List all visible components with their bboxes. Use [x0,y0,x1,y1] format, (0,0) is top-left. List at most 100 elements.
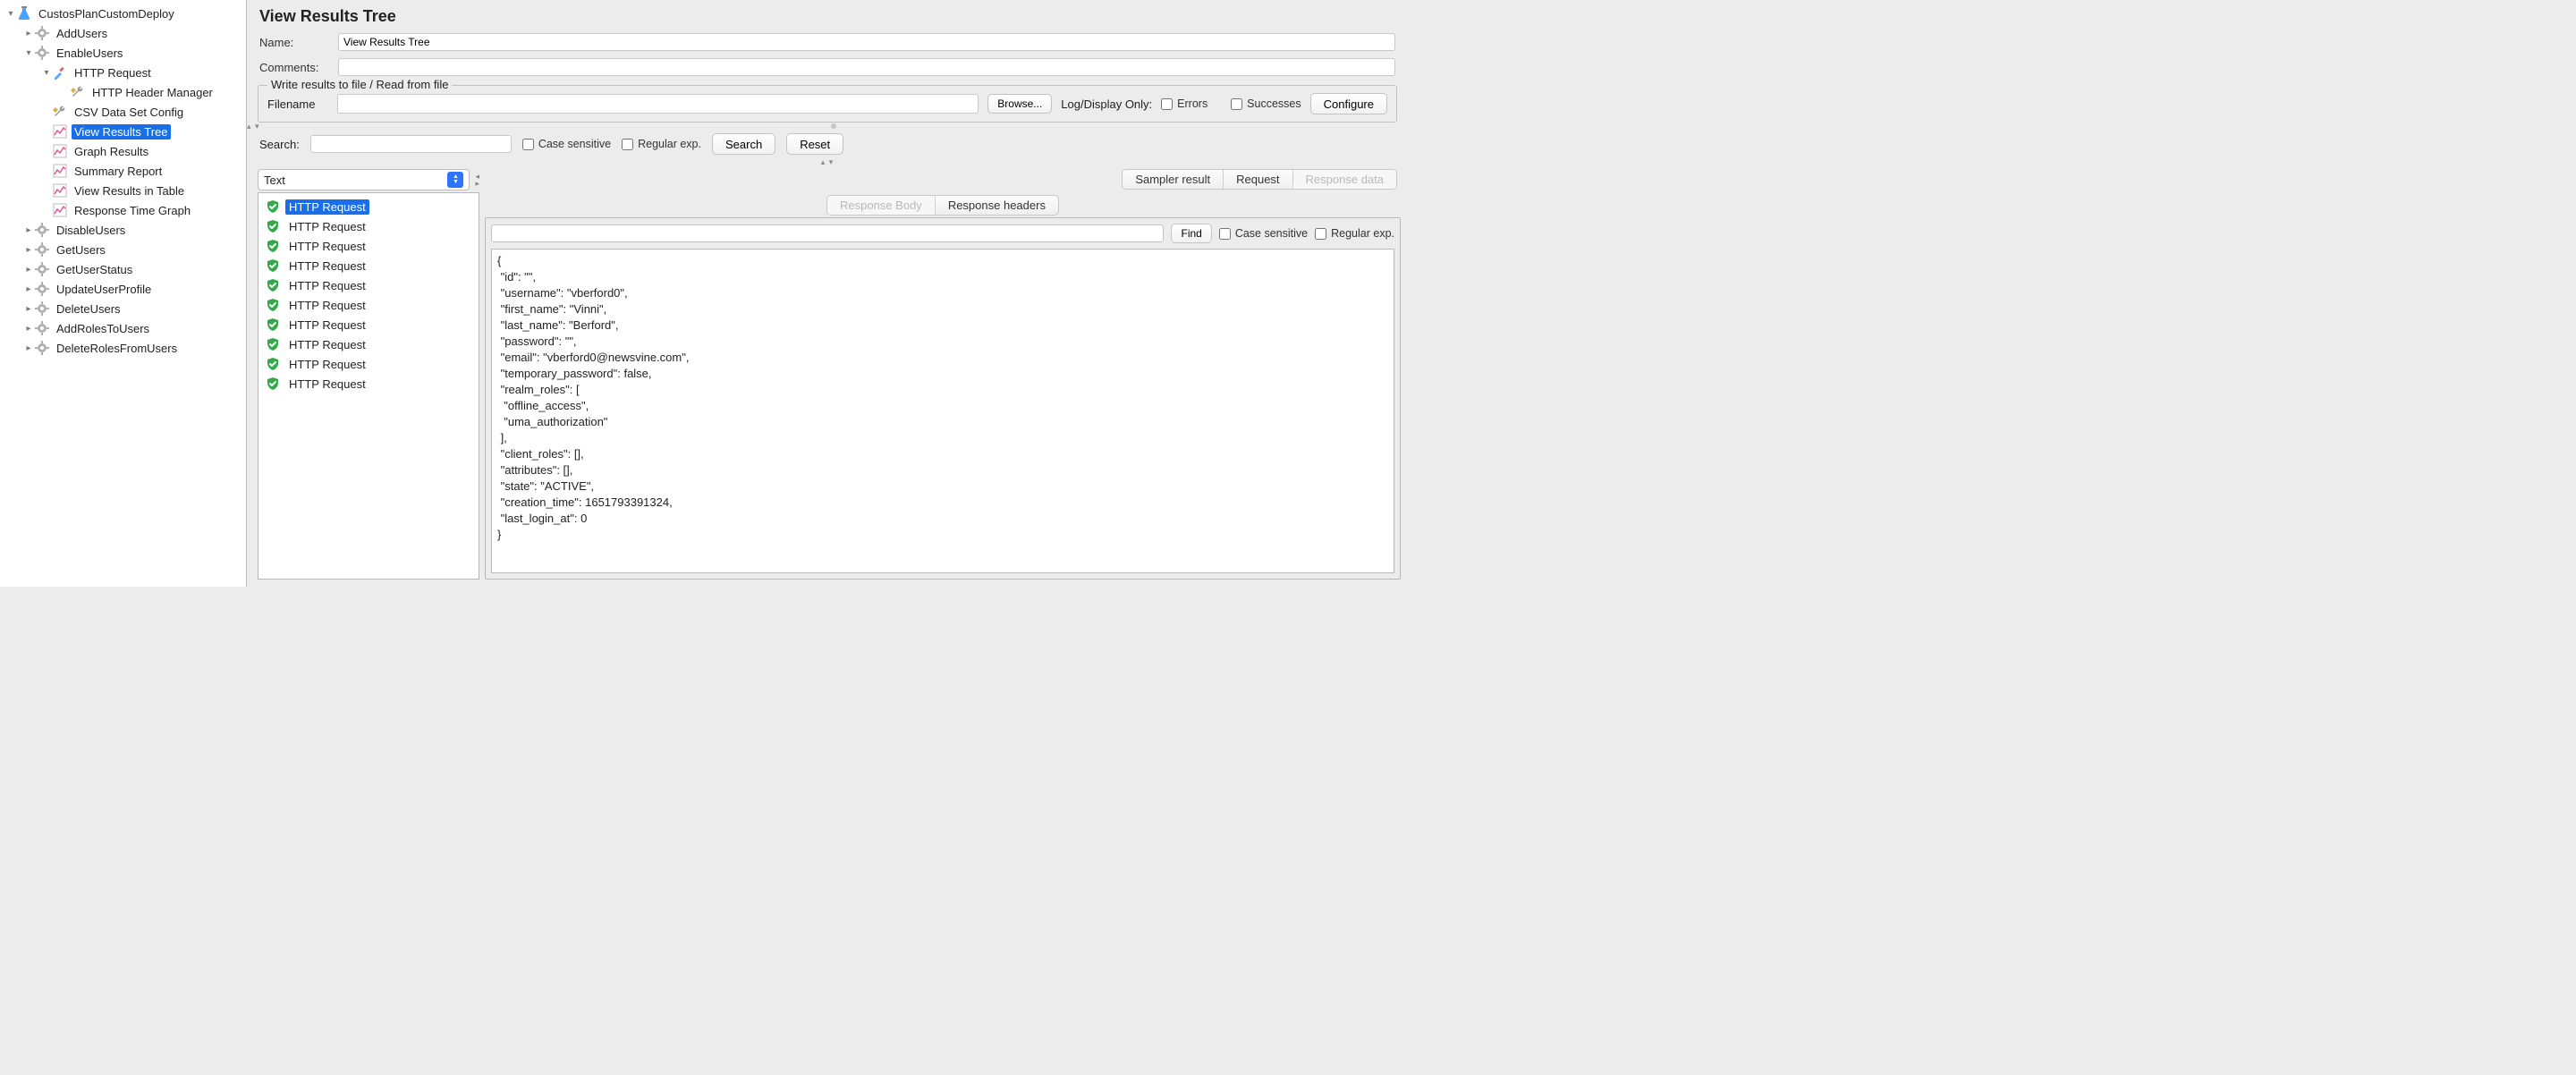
sample-result-item[interactable]: HTTP Request [260,315,477,334]
tree-node-deleteusers[interactable]: DeleteUsers [0,299,246,318]
splitter-vertical-handle[interactable]: ◂▸ [473,171,479,187]
tree-node-view-results-tree[interactable]: View Results Tree [0,122,246,141]
find-button[interactable]: Find [1171,224,1211,243]
chart-icon [52,163,68,179]
gear-icon [34,320,50,336]
sample-result-item[interactable]: HTTP Request [260,236,477,256]
errors-checkbox[interactable]: Errors [1161,97,1222,110]
success-shield-icon [266,199,280,214]
disclosure-caret-icon[interactable] [23,343,34,353]
tree-node-addrolestousers[interactable]: AddRolesToUsers [0,318,246,338]
configure-button[interactable]: Configure [1310,93,1387,114]
test-plan-tree[interactable]: CustosPlanCustomDeploy AddUsers EnableUser… [0,0,247,587]
reset-button[interactable]: Reset [786,133,843,155]
tree-item-label: Summary Report [72,164,165,179]
sample-label: HTTP Request [285,219,369,234]
name-input[interactable] [338,33,1395,51]
find-input[interactable] [491,224,1164,242]
sample-result-item[interactable]: HTTP Request [260,374,477,394]
renderer-selected: Text [264,174,285,187]
tree-node-http-request[interactable]: HTTP Request [0,63,246,82]
gear-icon [34,45,50,61]
sample-result-item[interactable]: HTTP Request [260,256,477,275]
wrench-icon [52,104,68,120]
tree-item-label: View Results in Table [72,183,187,199]
tab-response-data[interactable]: Response data [1293,170,1396,189]
tab-sampler-result[interactable]: Sampler result [1123,170,1224,189]
sample-label: HTTP Request [285,258,369,274]
tab-response-headers[interactable]: Response headers [936,196,1058,215]
tree-node-summary-report[interactable]: Summary Report [0,161,246,181]
tree-node-view-results-in-table[interactable]: View Results in Table [0,181,246,200]
disclosure-caret-icon[interactable] [23,245,34,255]
disclosure-caret-icon[interactable] [23,225,34,235]
wrench-icon [70,84,86,100]
sample-result-item[interactable]: HTTP Request [260,354,477,374]
sample-label: HTTP Request [285,317,369,333]
tree-item-label: DisableUsers [54,223,128,238]
search-regex-checkbox[interactable]: Regular exp. [622,138,701,150]
disclosure-caret-icon[interactable] [41,68,52,78]
name-label: Name: [259,36,329,49]
tree-node-http-header-manager[interactable]: HTTP Header Manager [0,82,246,102]
log-display-label: Log/Display Only: [1061,97,1152,111]
tree-node-response-time-graph[interactable]: Response Time Graph [0,200,246,220]
splitter-horizontal[interactable]: ▴ ▾ [247,123,1408,130]
response-body-text[interactable]: { "id": "", "username": "vberford0", "fi… [491,249,1394,573]
sample-result-item[interactable]: HTTP Request [260,275,477,295]
tab-request[interactable]: Request [1224,170,1292,189]
file-legend: Write results to file / Read from file [267,78,452,91]
sample-result-list[interactable]: HTTP RequestHTTP RequestHTTP RequestHTTP… [258,192,479,580]
sample-label: HTTP Request [285,298,369,313]
disclosure-caret-icon[interactable] [23,29,34,38]
tree-node-getuserstatus[interactable]: GetUserStatus [0,259,246,279]
chart-icon [52,123,68,140]
tree-item-label: Graph Results [72,144,151,159]
tree-node-enableusers[interactable]: EnableUsers [0,43,246,63]
sample-result-item[interactable]: HTTP Request [260,334,477,354]
tree-item-label: DeleteUsers [54,301,123,317]
successes-checkbox[interactable]: Successes [1231,97,1301,110]
tree-node-addusers[interactable]: AddUsers [0,23,246,43]
success-shield-icon [266,357,280,371]
tree-node-csv-data-set-config[interactable]: CSV Data Set Config [0,102,246,122]
sample-result-item[interactable]: HTTP Request [260,197,477,216]
search-button[interactable]: Search [712,133,775,155]
success-shield-icon [266,219,280,233]
tree-node-updateuserprofile[interactable]: UpdateUserProfile [0,279,246,299]
tree-item-label: HTTP Request [72,65,154,80]
disclosure-caret-icon[interactable] [23,265,34,275]
search-input[interactable] [310,135,512,153]
tree-root[interactable]: CustosPlanCustomDeploy [0,4,246,23]
comments-input[interactable] [338,58,1395,76]
filename-input[interactable] [337,94,979,114]
search-case-checkbox[interactable]: Case sensitive [522,138,611,150]
tree-node-disableusers[interactable]: DisableUsers [0,220,246,240]
tab-response-body[interactable]: Response Body [827,196,936,215]
tree-item-label: AddRolesToUsers [54,321,152,336]
tree-node-deleterolesfromusers[interactable]: DeleteRolesFromUsers [0,338,246,358]
chart-icon [52,202,68,218]
find-regex-checkbox[interactable]: Regular exp. [1315,227,1394,240]
find-case-checkbox[interactable]: Case sensitive [1219,227,1308,240]
tree-item-label: EnableUsers [54,46,125,61]
sample-label: HTTP Request [285,337,369,352]
disclosure-caret-icon[interactable] [5,9,16,19]
sample-result-item[interactable]: HTTP Request [260,216,477,236]
sample-result-item[interactable]: HTTP Request [260,295,477,315]
file-groupbox: Write results to file / Read from file F… [258,85,1397,123]
tree-item-label: CustosPlanCustomDeploy [36,6,177,21]
renderer-select[interactable]: Text ▲▼ [258,169,470,190]
gear-icon [34,281,50,297]
success-shield-icon [266,377,280,391]
tree-node-graph-results[interactable]: Graph Results [0,141,246,161]
splitter-horizontal-2[interactable]: ▴ ▾ [247,158,1408,165]
select-arrows-icon: ▲▼ [447,172,463,188]
disclosure-caret-icon[interactable] [23,284,34,294]
tree-node-getusers[interactable]: GetUsers [0,240,246,259]
tree-item-label: Response Time Graph [72,203,193,218]
disclosure-caret-icon[interactable] [23,304,34,314]
browse-button[interactable]: Browse... [987,94,1052,114]
disclosure-caret-icon[interactable] [23,324,34,334]
disclosure-caret-icon[interactable] [23,48,34,58]
